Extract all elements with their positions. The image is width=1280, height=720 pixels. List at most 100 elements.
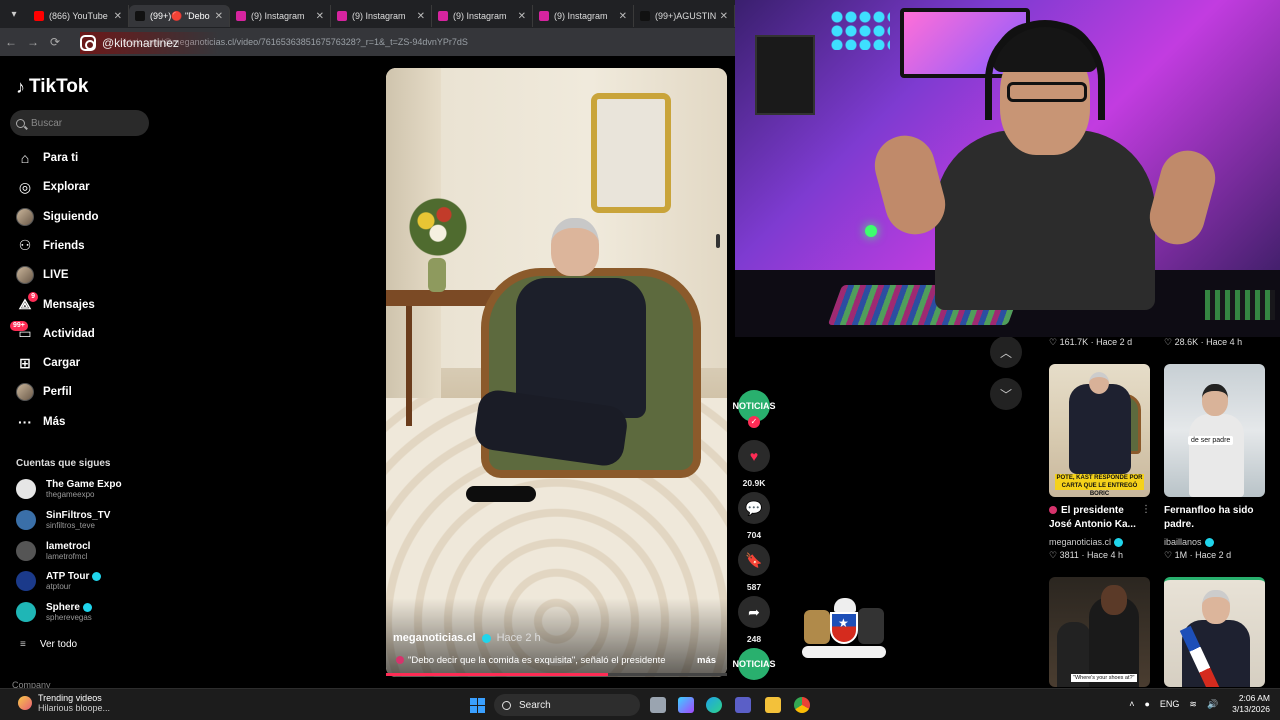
- comment-button[interactable]: 💬 704: [738, 492, 770, 540]
- rec-thumbnail-1[interactable]: POTE, KAST RESPONDE POR CARTA QUE LE ENT…: [1049, 364, 1150, 497]
- video-player[interactable]: [386, 68, 727, 677]
- task-view-icon[interactable]: [650, 697, 666, 713]
- clock[interactable]: 2:06 AM 3/13/2026: [1232, 693, 1270, 715]
- activity-icon: ▭ 99+: [10, 320, 34, 343]
- share-button[interactable]: ➦ 248: [738, 596, 770, 644]
- video-author-name[interactable]: meganoticias.cl: [393, 632, 476, 644]
- avatar: [16, 479, 36, 499]
- rec-title-1[interactable]: El presidente José Antonio Ka...: [1049, 504, 1149, 532]
- sidebar-item-cargar[interactable]: ⊞ Cargar: [16, 352, 80, 374]
- back-icon[interactable]: ←: [0, 35, 22, 49]
- browser-tab[interactable]: (9) Instagram ✕: [432, 5, 533, 27]
- sound-avatar[interactable]: NOTICIAS: [733, 648, 776, 680]
- sidebar-item-perfil[interactable]: Perfil: [16, 381, 72, 403]
- teams-icon[interactable]: [735, 697, 751, 713]
- browser-tab[interactable]: (866) YouTube ✕: [28, 5, 129, 27]
- browser-tab[interactable]: (99+)🔴 "Debo ✕: [129, 5, 230, 27]
- list-icon: ≡: [20, 639, 26, 650]
- chevron-up-icon[interactable]: ˄: [1129, 699, 1134, 709]
- rec-author-2[interactable]: ibaillanos: [1164, 537, 1214, 548]
- follow-check-icon[interactable]: ✓: [748, 416, 760, 428]
- following-account[interactable]: ATP Tour atptour: [16, 568, 102, 594]
- tiktok-logo[interactable]: ♪ TikTok: [16, 76, 88, 98]
- following-account[interactable]: The Game Expo thegameexpo: [16, 476, 122, 502]
- file-explorer-icon[interactable]: [765, 697, 781, 713]
- rec-thumbnail-4[interactable]: [1164, 577, 1265, 687]
- browser-tab[interactable]: (9) Instagram ✕: [331, 5, 432, 27]
- profile-icon: [16, 383, 34, 402]
- caption-more-button[interactable]: más: [697, 655, 716, 666]
- browser-tab[interactable]: (99+)AGUSTIN ✕: [634, 5, 735, 27]
- rec-thumbnail-3[interactable]: "Where's your shoes at?": [1049, 577, 1150, 687]
- copilot-icon[interactable]: [678, 697, 694, 713]
- close-icon[interactable]: ✕: [518, 11, 526, 22]
- volume-icon[interactable]: 🔊: [1207, 699, 1218, 710]
- taskbar-search[interactable]: Search: [494, 694, 640, 716]
- rec-thumbnail-2[interactable]: de ser padre: [1164, 364, 1265, 497]
- sidebar-item-mensajes[interactable]: ⟁ 9 Mensajes: [16, 291, 95, 316]
- close-icon[interactable]: ✕: [316, 11, 324, 22]
- forward-icon[interactable]: →: [22, 35, 44, 49]
- video-progress-fill: [386, 673, 608, 676]
- heart-icon[interactable]: ♥: [738, 440, 770, 472]
- tab-favicon-icon: [236, 11, 246, 21]
- app-tray-icon[interactable]: ●: [1144, 699, 1149, 709]
- rec-more-icon[interactable]: ⋮: [1141, 504, 1151, 515]
- wifi-icon[interactable]: ≋: [1189, 699, 1197, 710]
- following-account[interactable]: lametrocl lametrofmcl: [16, 538, 90, 564]
- windows-start-icon[interactable]: [470, 698, 485, 713]
- close-icon[interactable]: ✕: [720, 11, 728, 22]
- account-handle: atptour: [46, 582, 71, 592]
- rec-author-1[interactable]: meganoticias.cl: [1049, 537, 1124, 548]
- sidebar-item-friends[interactable]: ⚇ Friends: [16, 235, 85, 257]
- following-account[interactable]: SinFiltros_TV sinfiltros_teve: [16, 507, 110, 533]
- like-button[interactable]: ♥ 20.9K: [738, 440, 770, 488]
- edge-icon[interactable]: [706, 697, 722, 713]
- video-options-handle[interactable]: [716, 234, 720, 248]
- search-input[interactable]: Buscar: [10, 110, 149, 136]
- share-icon[interactable]: ➦: [738, 596, 770, 628]
- sidebar-item-live[interactable]: LIVE: [16, 264, 69, 286]
- tab-label: (866) YouTube: [49, 11, 108, 21]
- trending-title: Trending videos: [38, 693, 102, 703]
- thumbnail-banner: POTE, KAST RESPONDE POR CARTA QUE LE ENT…: [1055, 474, 1144, 497]
- sidebar-item-label: LIVE: [43, 269, 69, 282]
- sidebar-item-siguiendo[interactable]: Siguiendo: [16, 206, 99, 228]
- windows-taskbar: Trending videos Hilarious bloope... Sear…: [0, 688, 1280, 720]
- upload-icon: ⊞: [19, 354, 31, 371]
- close-icon[interactable]: ✕: [215, 11, 223, 22]
- chrome-icon[interactable]: [794, 697, 810, 713]
- browser-tab[interactable]: (9) Instagram ✕: [230, 5, 331, 27]
- rec-title-2[interactable]: Fernanfloo ha sido padre.: [1164, 504, 1264, 532]
- thumbnail-caption: "Where's your shoes at?": [1071, 674, 1137, 682]
- tab-search-dropdown[interactable]: ▾: [0, 0, 28, 28]
- sound-button[interactable]: NOTICIAS: [733, 648, 776, 680]
- sidebar-item-actividad[interactable]: ▭ 99+ Actividad: [10, 320, 95, 345]
- sidebar-item-label: Más: [43, 415, 66, 428]
- sidebar-item-m-s[interactable]: ··· Más: [16, 411, 65, 433]
- see-all-button[interactable]: ≡ Ver todo: [20, 639, 77, 650]
- save-button[interactable]: 🔖 587: [738, 544, 770, 592]
- sidebar-item-para-ti[interactable]: ⌂ Para ti: [16, 147, 78, 169]
- sidebar-item-label: Para ti: [43, 152, 79, 164]
- following-account[interactable]: Sphere spherevegas: [16, 599, 92, 625]
- taskbar-search-label: Search: [519, 699, 551, 711]
- reload-icon[interactable]: ⟳: [44, 35, 66, 49]
- browser-tab-bar: ▾ (866) YouTube ✕ (99+)🔴 "Debo ✕ (9) Instagr…: [0, 0, 735, 28]
- sidebar-item-label: Explorar: [43, 181, 90, 194]
- bookmark-icon[interactable]: 🔖: [738, 544, 770, 576]
- browser-tab[interactable]: (9) Instagram ✕: [533, 5, 634, 27]
- close-icon[interactable]: ✕: [619, 11, 627, 22]
- close-icon[interactable]: ✕: [114, 11, 122, 22]
- video-progress-bar[interactable]: [386, 673, 727, 676]
- comment-icon[interactable]: 💬: [738, 492, 770, 524]
- account-handle: thegameexpo: [46, 490, 95, 499]
- previous-video-button[interactable]: ︿: [990, 336, 1022, 368]
- verified-icon: [1114, 538, 1124, 548]
- next-video-button[interactable]: ﹀: [990, 378, 1022, 410]
- language-indicator[interactable]: ENG: [1160, 699, 1180, 709]
- close-icon[interactable]: ✕: [417, 11, 425, 22]
- video-author[interactable]: meganoticias.cl Hace 2 h: [393, 632, 541, 644]
- trending-widget[interactable]: Trending videos Hilarious bloope...: [18, 693, 110, 713]
- sidebar-item-explorar[interactable]: ◎ Explorar: [16, 176, 90, 198]
